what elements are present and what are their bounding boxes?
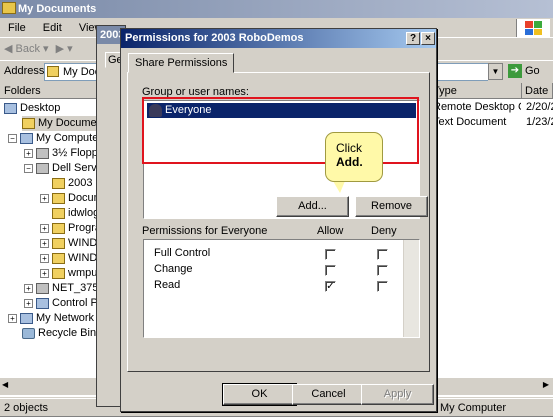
tab-share-permissions[interactable]: Share Permissions — [128, 53, 235, 73]
allow-change-checkbox[interactable] — [325, 265, 336, 276]
permission-name: Full Control — [154, 247, 211, 259]
floppy-icon — [36, 147, 49, 159]
drive-icon — [36, 282, 49, 294]
permissions-dialog-title-bar: Permissions for 2003 RoboDemos — [121, 29, 436, 48]
permissions-dialog: Permissions for 2003 RoboDemos ? × Share… — [120, 28, 437, 412]
expand-toggle[interactable]: + — [40, 238, 49, 248]
scroll-left-icon[interactable]: ◀ — [2, 380, 8, 389]
deny-change-checkbox[interactable] — [377, 265, 388, 276]
apply-button[interactable]: Apply — [361, 384, 434, 405]
deny-header: Deny — [371, 225, 397, 237]
folder-icon — [22, 117, 35, 129]
horizontal-scrollbar[interactable]: ▶ — [430, 377, 553, 395]
tree-item-net-3757[interactable]: + NET_3757 — [24, 281, 105, 296]
expand-toggle[interactable]: + — [40, 193, 49, 203]
tree-item-my-computer[interactable]: − My Computer — [8, 131, 102, 146]
folder-icon — [52, 192, 65, 204]
status-object-count: 2 objects — [4, 402, 49, 414]
desktop-icon — [4, 102, 17, 114]
deny-full-control-checkbox[interactable] — [377, 249, 388, 260]
expand-toggle[interactable]: + — [40, 223, 49, 233]
allow-header: Allow — [317, 225, 344, 237]
go-button[interactable]: ➔ Go — [508, 63, 548, 81]
windows-flag-icon — [525, 21, 542, 35]
permissions-dialog-title: Permissions for 2003 RoboDemos — [125, 32, 304, 44]
file-list-pane: Type Date M Remote Desktop Co... 2/20/2 … — [430, 83, 553, 397]
file-date-cell[interactable]: 2/20/2 — [526, 100, 553, 115]
tree-item-desktop[interactable]: Desktop — [4, 101, 60, 116]
add-button[interactable]: Add... — [276, 196, 349, 217]
go-arrow-icon: ➔ — [508, 64, 522, 79]
folder-icon — [52, 222, 65, 234]
folders-header: Folders — [0, 83, 99, 99]
expand-toggle[interactable]: + — [24, 298, 33, 308]
recycle-bin-icon — [22, 327, 35, 339]
expand-toggle[interactable]: + — [24, 148, 33, 158]
drive-icon — [36, 162, 49, 174]
folder-icon — [52, 237, 65, 249]
file-type-cell[interactable]: Text Document — [433, 115, 521, 130]
expand-toggle[interactable]: + — [40, 253, 49, 263]
column-header-type[interactable]: Type — [430, 83, 522, 99]
checkmark-icon: ✓ — [326, 281, 335, 292]
collapse-toggle[interactable]: − — [8, 133, 17, 143]
address-input-tail[interactable] — [436, 63, 488, 81]
folder-icon — [47, 66, 59, 77]
callout-text-line2: Add. — [336, 155, 363, 169]
address-label: Address — [4, 65, 45, 77]
horizontal-scrollbar[interactable]: ◀ — [0, 377, 100, 395]
expand-toggle[interactable]: + — [8, 313, 17, 323]
permissions-for-label: Permissions for Everyone — [142, 225, 268, 237]
tree-item-wmpub[interactable]: + wmpub — [40, 266, 103, 281]
callout-text-line1: Click — [336, 141, 362, 155]
permission-name: Change — [154, 263, 193, 275]
help-button[interactable]: ? — [406, 32, 420, 45]
folder-icon — [52, 177, 65, 189]
forward-button[interactable]: ▶ ▾ — [56, 43, 73, 55]
explorer-title: My Documents — [18, 3, 97, 15]
tree-item-dell-server[interactable]: − Dell Server — [24, 161, 106, 176]
vertical-scrollbar[interactable] — [403, 240, 419, 337]
callout-tail — [333, 181, 345, 193]
back-arrow-icon: ◀ — [4, 43, 13, 55]
tree-item-2003[interactable]: 2003 — [52, 176, 92, 191]
control-panel-icon — [36, 297, 49, 309]
file-date-cell[interactable]: 1/23/2 — [526, 115, 553, 130]
permissions-table: Full Control Change Read ✓ — [143, 239, 420, 338]
folder-icon — [52, 207, 65, 219]
address-dropdown-button[interactable]: ▼ — [488, 63, 503, 80]
permission-name: Read — [154, 279, 181, 291]
menu-file[interactable]: File — [8, 22, 26, 34]
tree-item-recycle-bin[interactable]: Recycle Bin — [22, 326, 96, 341]
allow-read-checkbox[interactable]: ✓ — [325, 281, 336, 292]
menu-edit[interactable]: Edit — [43, 22, 62, 34]
folders-pane: Folders Desktop My Documents − My Compute… — [0, 83, 136, 397]
tutorial-callout: Click Add. — [325, 132, 383, 182]
folder-icon — [2, 2, 16, 14]
status-location: My Computer — [440, 402, 507, 414]
network-icon — [20, 312, 33, 324]
address-input[interactable]: My Documents — [44, 63, 104, 81]
expand-toggle[interactable]: + — [40, 268, 49, 278]
close-button[interactable]: × — [421, 32, 435, 45]
windows-logo — [516, 19, 550, 37]
deny-read-checkbox[interactable] — [377, 281, 388, 292]
folder-icon — [52, 267, 65, 279]
allow-full-control-checkbox[interactable] — [325, 249, 336, 260]
column-header-date[interactable]: Date M — [522, 83, 553, 99]
remove-button[interactable]: Remove — [355, 196, 428, 217]
tree-item-idwlog[interactable]: idwlog — [52, 206, 99, 221]
explorer-title-bar: My Documents — [0, 0, 553, 18]
scroll-right-icon[interactable]: ▶ — [543, 380, 549, 389]
file-type-cell[interactable]: Remote Desktop Co... — [433, 100, 521, 115]
computer-icon — [20, 132, 33, 144]
expand-toggle[interactable]: + — [24, 283, 33, 293]
forward-arrow-icon: ▶ — [55, 43, 65, 55]
back-button[interactable]: ◀ Back ▾ — [4, 43, 52, 55]
folder-icon — [52, 252, 65, 264]
collapse-toggle[interactable]: − — [24, 163, 33, 173]
ok-button[interactable]: OK — [222, 383, 297, 406]
cancel-button[interactable]: Cancel — [292, 384, 365, 405]
